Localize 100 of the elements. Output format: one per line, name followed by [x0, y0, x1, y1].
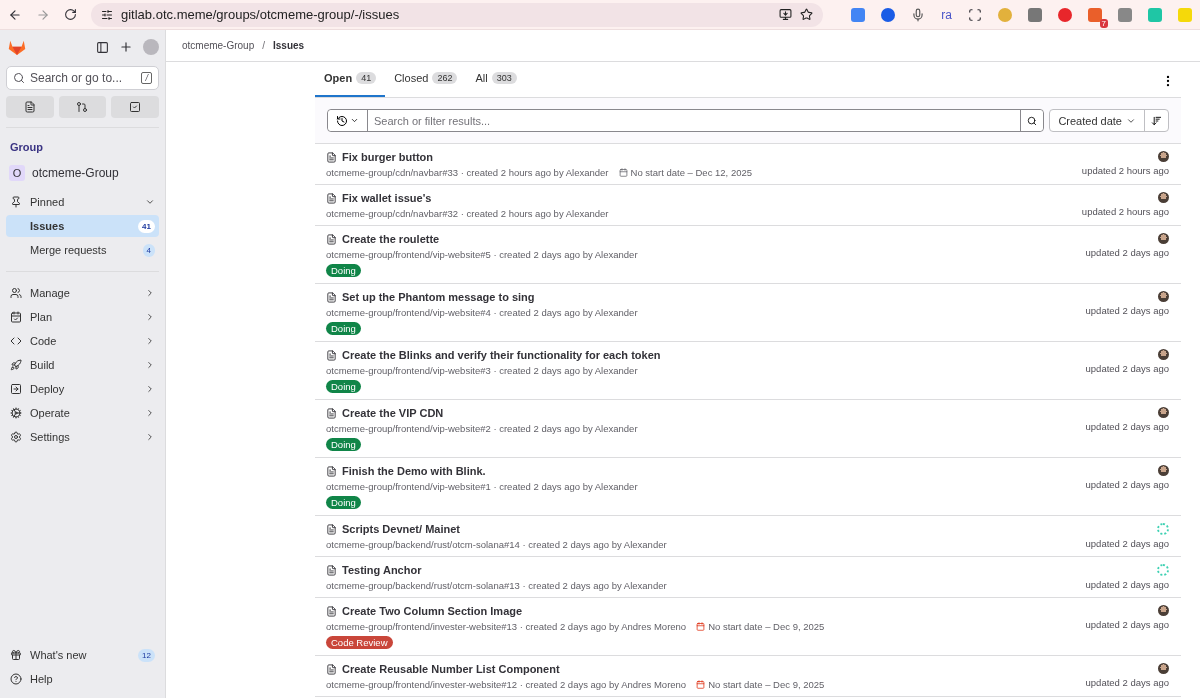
updated-time: updated 2 days ago [1085, 247, 1169, 258]
operate-icon [10, 407, 22, 419]
breadcrumb-separator: / [262, 40, 266, 51]
checkbox-icon [129, 101, 142, 113]
assignee-avatar[interactable] [1158, 407, 1169, 418]
count-badge: 12 [138, 648, 155, 662]
bookmark-icon[interactable] [800, 8, 814, 21]
updated-time: updated 2 hours ago [1081, 206, 1169, 217]
sidebar-toggle-icon[interactable] [96, 40, 109, 54]
sidebar-item[interactable]: Merge requests 4 [6, 239, 159, 261]
address-bar[interactable]: gitlab.otc.meme/groups/otcmeme-group/-/issues [91, 2, 824, 27]
assignee-avatar[interactable] [1158, 349, 1169, 360]
issue-title[interactable]: Fix burger button [342, 151, 434, 163]
back-icon[interactable] [8, 7, 22, 22]
issue-title[interactable]: Fix wallet issue's [342, 192, 432, 204]
sidebar-item[interactable]: What's new 12 [6, 644, 159, 666]
chevron-icon [145, 288, 155, 298]
reload-icon[interactable] [64, 8, 77, 21]
pin-icon [10, 196, 22, 208]
issue-meta: otcmeme-group/frontend/vip-website#2 · created 2 days ago by Alexander [326, 423, 638, 434]
pinned-section[interactable]: Pinned [6, 191, 159, 213]
sort-icon [1151, 114, 1162, 127]
issue-meta: otcmeme-group/frontend/vip-website#4 · created 2 days ago by Alexander [326, 307, 638, 318]
issue-title[interactable]: Create the Blinks and verify their functionality for each token [342, 349, 661, 361]
sidebar-item[interactable]: Plan [6, 306, 159, 328]
tab[interactable]: All 303 [466, 61, 526, 97]
sidebar-item[interactable]: Code [6, 330, 159, 352]
sidebar-item[interactable]: Help [6, 668, 159, 690]
group-avatar: O [9, 165, 25, 181]
todo-button[interactable] [111, 96, 159, 118]
chevron-icon [145, 408, 155, 418]
extension-icon[interactable] [881, 7, 896, 22]
assignee-avatar[interactable] [1158, 192, 1169, 203]
install-icon[interactable] [779, 8, 793, 21]
build-icon [10, 359, 22, 371]
manage-icon [10, 287, 22, 299]
sidebar-item[interactable]: Settings [6, 426, 159, 448]
issue-meta: otcmeme-group/frontend/vip-website#3 · created 2 days ago by Alexander [326, 365, 638, 376]
issue-icon [326, 349, 337, 361]
sidebar-item[interactable]: Operate [6, 402, 159, 424]
sidebar-item[interactable]: Build [6, 354, 159, 376]
updated-time: updated 2 days ago [1085, 363, 1169, 374]
issue-meta: otcmeme-group/backend/rust/otcm-solana#14 · created 2 days ago by Alexander [326, 539, 667, 550]
issues-button[interactable] [6, 96, 54, 118]
issue-label[interactable]: Doing [326, 380, 361, 393]
issue-label[interactable]: Code Review [326, 636, 393, 649]
issue-title[interactable]: Finish the Demo with Blink. [342, 465, 486, 477]
site-settings-icon[interactable] [101, 8, 113, 21]
due-date: No start date – Dec 9, 2025 [708, 621, 825, 632]
issue-label[interactable]: Doing [326, 496, 361, 509]
record-icon[interactable] [1058, 7, 1072, 22]
issue-title[interactable]: Create Reusable Number List Component [342, 663, 560, 675]
search-button[interactable] [1020, 110, 1044, 131]
issue-icon [326, 564, 337, 576]
updated-time: updated 2 hours ago [1081, 165, 1169, 176]
tab-count: 262 [432, 72, 458, 84]
issue-meta: otcmeme-group/cdn/navbar#32 · created 2 hours ago by Alexander [326, 208, 609, 219]
chevron-icon [145, 312, 155, 322]
issue-title[interactable]: Create Two Column Section Image [342, 605, 523, 617]
extension-icon[interactable] [1088, 7, 1102, 22]
chevron-icon [350, 116, 359, 125]
search-icon [13, 72, 25, 84]
issue-title[interactable]: Create the VIP CDN [342, 407, 444, 419]
assignee-avatar[interactable] [1158, 605, 1169, 616]
group-link[interactable]: O otcmeme-Group [6, 161, 159, 185]
issue-icon [326, 151, 337, 163]
assignee-avatar[interactable] [1158, 151, 1169, 162]
extension-icon[interactable] [1028, 7, 1042, 22]
breadcrumb-current[interactable]: Issues [273, 40, 305, 51]
due-date: No start date – Dec 9, 2025 [708, 679, 825, 690]
sidebar-item[interactable]: Manage [6, 282, 159, 304]
assignee-avatar[interactable] [1158, 465, 1169, 476]
screenshot-icon[interactable] [968, 7, 982, 22]
filter-field[interactable]: Search or filter results... [327, 109, 1045, 132]
issue-label[interactable]: Doing [326, 322, 361, 335]
history-icon [336, 114, 348, 127]
issue-title[interactable]: Testing Anchor [342, 564, 422, 576]
search-field[interactable]: Search or go to... / [6, 66, 159, 90]
extension-icon[interactable]: ra [941, 7, 952, 22]
issue-meta: otcmeme-group/cdn/navbar#33 · created 2 hours ago by Alexander [326, 167, 609, 178]
issue-icon [326, 663, 337, 675]
assignee-avatar[interactable] [1158, 233, 1169, 244]
issue-label[interactable]: Doing [326, 264, 361, 277]
issue-label[interactable]: Doing [326, 438, 361, 451]
sidebar-item[interactable]: Issues 41 [6, 215, 159, 237]
breadcrumb-link[interactable]: otcmeme-Group [182, 40, 255, 51]
plus-icon[interactable] [119, 40, 133, 54]
issue-title[interactable]: Scripts Devnet/ Mainet [342, 523, 460, 535]
issue-title[interactable]: Create the roulette [342, 233, 440, 245]
assignee-avatar[interactable] [1158, 291, 1169, 302]
issue-title[interactable]: Set up the Phantom message to sing [342, 291, 535, 303]
microphone-icon[interactable] [911, 7, 926, 22]
tab[interactable]: Closed 262 [385, 61, 467, 97]
sidebar-item[interactable]: Deploy [6, 378, 159, 400]
fox-logo-icon[interactable] [8, 38, 26, 56]
issue-icon [326, 605, 337, 617]
settings-icon [10, 431, 22, 443]
recent-searches-button[interactable] [328, 110, 368, 131]
assignee-avatar[interactable] [1158, 663, 1169, 674]
gift-icon [10, 649, 22, 661]
